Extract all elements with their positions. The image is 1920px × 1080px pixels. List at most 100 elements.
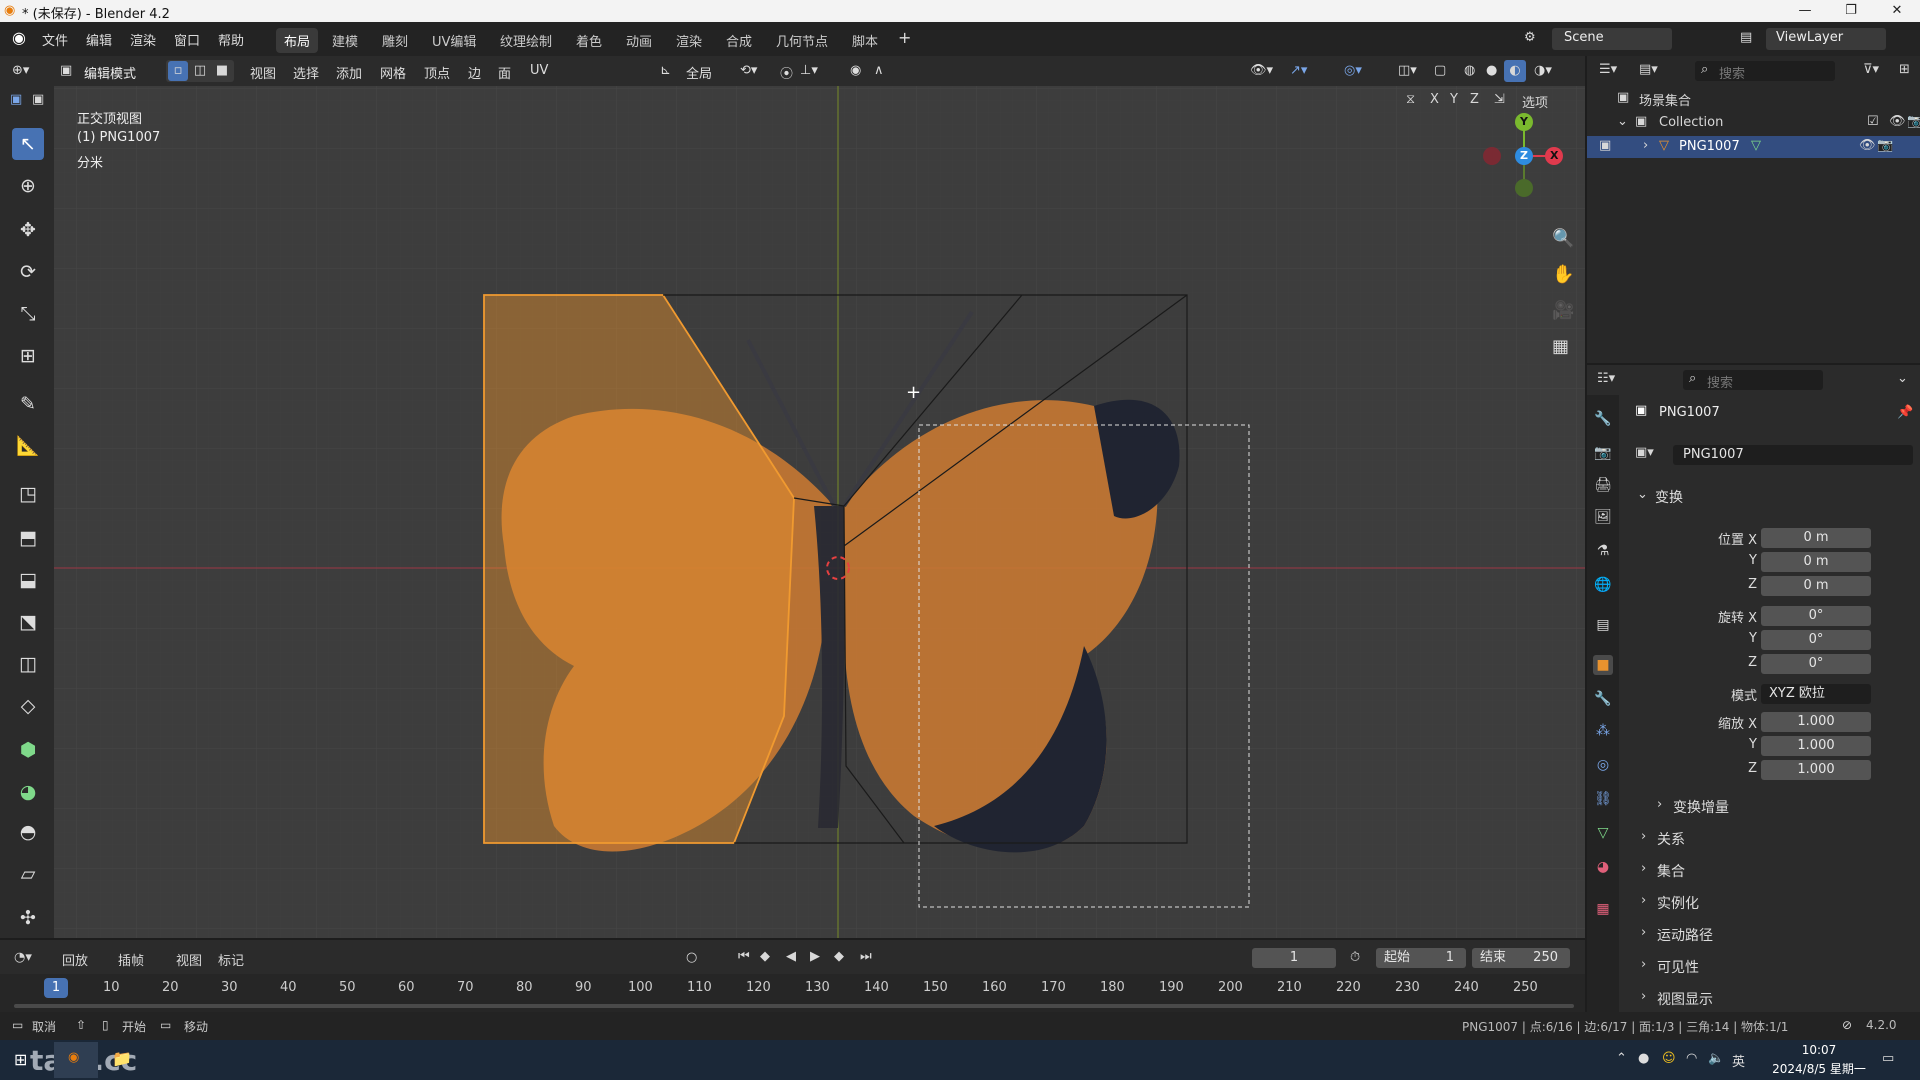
chevron-right-icon[interactable]: › [1643,138,1648,153]
camera-icon[interactable]: 📷 [1877,138,1893,153]
editor-type-icon[interactable]: ⊕▾ [12,63,29,78]
taskbar-blender-app[interactable]: ◉ [54,1042,98,1078]
chevron-down-icon[interactable]: ⌄ [1617,114,1628,129]
gizmo-toggle-icon[interactable]: ↗▾ [1290,63,1307,78]
edit-mode-icon[interactable]: ▣ [1599,138,1611,153]
menu-uv[interactable]: UV [530,63,548,78]
close-button[interactable]: ✕ [1874,0,1920,22]
object-browse-icon[interactable]: ▣▾ [1635,445,1654,460]
menu-file[interactable]: 文件 [42,30,68,49]
jump-end-icon[interactable]: ⏭ [860,949,872,964]
scene-tab-icon[interactable]: ⚗ [1593,541,1613,561]
workspace-tab-uv[interactable]: UV编辑 [424,28,484,53]
chevron-right-icon[interactable]: › [1641,829,1646,844]
bevel-tool-icon[interactable]: ⬔ [12,606,44,638]
volume-icon[interactable]: 🔈 [1708,1051,1724,1066]
rotation-z-field[interactable]: 0° [1761,654,1871,674]
display-mode-icon[interactable]: ▤▾ [1639,62,1658,77]
physics-tab-icon[interactable]: ◎ [1593,755,1613,775]
render-tab-icon[interactable]: 📷 [1593,443,1613,463]
inset-tool-icon[interactable]: ⬓ [12,564,44,596]
vertex-select-icon[interactable]: ▫ [168,61,188,81]
chevron-down-icon[interactable]: ⌄ [1897,371,1908,386]
visibility-panel[interactable]: 可见性 [1657,957,1699,977]
clock-date[interactable]: 2024/8/5 星期一 [1760,1060,1878,1077]
new-collection-icon[interactable]: ⊞ [1899,62,1910,77]
object-tab-icon[interactable]: ■ [1593,655,1613,675]
eye-icon[interactable]: 👁 [1889,114,1906,129]
scene-selector[interactable]: Scene [1552,28,1672,50]
falloff-icon[interactable]: ∧ [874,63,884,78]
spin-tool-icon[interactable]: ◕ [12,776,44,808]
select-extend-icon[interactable]: ▣ [32,92,44,107]
collections-panel[interactable]: 集合 [1657,861,1685,881]
end-frame-field[interactable]: 结束 250 [1472,948,1570,968]
workspace-tab-texture-paint[interactable]: 纹理绘制 [492,28,560,53]
properties-editor-icon[interactable]: ☷▾ [1597,371,1615,386]
auto-merge-icon[interactable]: ⇲ [1494,92,1505,107]
exclude-checkbox[interactable]: ☑ [1867,114,1879,129]
camera-icon[interactable]: 📷 [1907,114,1920,129]
view-menu[interactable]: 视图 [176,950,202,969]
chevron-right-icon[interactable]: › [1641,893,1646,908]
mirror-z-toggle[interactable]: Z [1470,92,1479,107]
poly-build-tool-icon[interactable]: ⬢ [12,734,44,766]
chevron-down-icon[interactable]: ⌄ [1637,487,1648,502]
mirror-y-toggle[interactable]: Y [1450,92,1458,107]
rotation-mode-select[interactable]: XYZ 欧拉 [1761,684,1871,704]
particles-tab-icon[interactable]: ⁂ [1593,721,1613,741]
pan-hand-icon[interactable]: ✋ [1552,264,1574,285]
chevron-right-icon[interactable]: › [1641,957,1646,972]
current-frame-field[interactable]: 1 [1252,948,1336,968]
menu-select[interactable]: 选择 [293,63,319,82]
play-reverse-icon[interactable]: ◀ [786,949,796,964]
snap-icon[interactable]: ⦿ [780,63,793,82]
prev-keyframe-icon[interactable]: ◆ [760,949,770,964]
clock-time[interactable]: 10:07 [1774,1043,1864,1057]
3d-viewport[interactable]: + 正交顶视图 (1) PNG1007 分米 ⧖ X Y Z ⇲ 选项 Y Z … [54,86,1585,938]
select-box-tool-icon[interactable]: ↖ [12,128,44,160]
camera-view-icon[interactable]: 🎥 [1552,300,1574,321]
stopwatch-icon[interactable]: ⏱ [1350,950,1360,965]
chevron-right-icon[interactable]: › [1641,925,1646,940]
solid-shading-icon[interactable]: ● [1486,63,1497,78]
location-z-field[interactable]: 0 m [1761,576,1871,596]
view-layer-selector[interactable]: ViewLayer [1766,28,1886,50]
auto-keying-icon[interactable]: ○ [686,950,697,965]
workspace-tab-sculpt[interactable]: 雕刻 [374,28,416,53]
location-y-field[interactable]: 0 m [1761,552,1871,572]
chevron-right-icon[interactable]: › [1641,861,1646,876]
timeline-scrollbar[interactable] [14,1004,1574,1008]
relations-panel[interactable]: 关系 [1657,829,1685,849]
tray-app-icon[interactable]: ● [1638,1051,1649,1066]
extrude-tool-icon[interactable]: ⬒ [12,522,44,554]
view-layer-tab-icon[interactable]: 🖼 [1593,507,1613,527]
menu-add[interactable]: 添加 [336,63,362,82]
outliner-editor-icon[interactable]: ☰▾ [1599,62,1617,77]
loop-cut-tool-icon[interactable]: ◫ [12,648,44,680]
measure-tool-icon[interactable]: 📐 [12,430,44,462]
rotation-x-field[interactable]: 0° [1761,606,1871,626]
properties-search-input[interactable]: ⌕ 搜索 [1683,370,1823,391]
pin-icon[interactable]: 📌 [1897,405,1913,420]
workspace-tab-geometry-nodes[interactable]: 几何节点 [768,28,836,53]
material-tab-icon[interactable]: ◕ [1593,857,1613,877]
rotate-tool-icon[interactable]: ⟳ [12,256,44,288]
tool-tab-icon[interactable]: 🔧 [1593,409,1613,429]
menu-vertex[interactable]: 顶点 [424,63,450,82]
perspective-grid-icon[interactable]: ▦ [1552,336,1569,357]
motion-paths-panel[interactable]: 运动路径 [1657,925,1713,945]
constraints-tab-icon[interactable]: ⛓ [1593,789,1613,809]
scene-icon[interactable]: ⚙ [1524,30,1536,45]
edge-select-icon[interactable]: ◫ [190,61,210,81]
data-tab-icon[interactable]: ▽ [1593,823,1613,843]
xray-toggle-icon[interactable]: ▢ [1434,63,1446,78]
knife-tool-icon[interactable]: ◇ [12,690,44,722]
workspace-tab-layout[interactable]: 布局 [276,28,319,53]
proportional-edit-icon[interactable]: ◉ [850,63,861,78]
workspace-tab-compositing[interactable]: 合成 [718,28,760,53]
workspace-tab-modeling[interactable]: 建模 [324,28,366,53]
wireframe-shading-icon[interactable]: ◍ [1464,63,1475,78]
blender-menu-icon[interactable]: ◉ [12,28,26,47]
pivot-icon[interactable]: ⟲▾ [740,63,757,78]
